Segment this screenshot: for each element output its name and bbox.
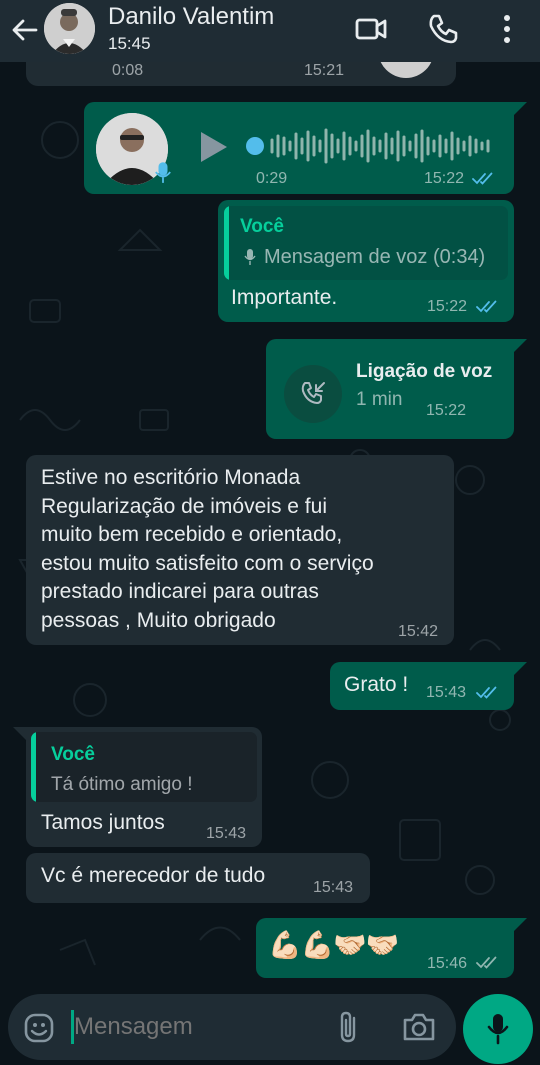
bubble-tail xyxy=(513,102,527,116)
back-arrow-icon[interactable] xyxy=(8,14,40,46)
review-line-6: pessoas , Muito obrigado xyxy=(41,609,276,632)
attach-icon[interactable] xyxy=(338,1010,362,1044)
contact-name[interactable]: Danilo Valentim xyxy=(108,3,274,31)
quote-author: Você xyxy=(51,744,96,765)
read-ticks-icon xyxy=(476,300,497,313)
call-title: Ligação de voz xyxy=(356,361,493,382)
read-ticks-icon xyxy=(472,172,493,185)
contact-avatar[interactable] xyxy=(44,3,95,54)
quoted-message[interactable]: Você Tá ótimo amigo ! xyxy=(31,732,257,802)
message-text: Tamos juntos xyxy=(41,811,165,834)
quote-author: Você xyxy=(240,216,285,237)
quote-text: Mensagem de voz (0:34) xyxy=(264,246,486,268)
quote-text: Tá ótimo amigo ! xyxy=(51,774,193,795)
quote-accent-bar xyxy=(224,206,229,280)
review-line-4: estou muito satisfeito com o serviço xyxy=(41,552,374,575)
message-time: 15:22 xyxy=(424,170,465,187)
incoming-reply-bubble[interactable]: Você Tá ótimo amigo ! Tamos juntos 15:43 xyxy=(26,727,262,847)
play-icon[interactable] xyxy=(199,130,229,164)
voice-message-bubble[interactable]: 0:29 15:22 xyxy=(84,102,514,194)
emoji-picker-icon[interactable] xyxy=(23,1012,55,1044)
message-time: 15:46 xyxy=(427,955,468,972)
message-time: 15:43 xyxy=(426,684,467,701)
quoted-message[interactable]: Você Mensagem de voz (0:34) xyxy=(224,206,508,280)
message-composer xyxy=(8,994,456,1060)
bubble-tail xyxy=(513,339,527,353)
message-input[interactable] xyxy=(74,1006,314,1048)
microphone-icon xyxy=(487,1014,509,1045)
camera-icon[interactable] xyxy=(402,1012,436,1042)
partial-left-label: 0:08 xyxy=(112,62,144,79)
partial-time: 15:21 xyxy=(304,62,345,79)
voice-call-bubble[interactable]: Ligação de voz 1 min 15:22 xyxy=(266,339,514,439)
quoted-reply-bubble[interactable]: Você Mensagem de voz (0:34) Importante. … xyxy=(218,200,514,322)
message-time: 15:42 xyxy=(398,623,439,640)
incoming-review-bubble[interactable]: Estive no escritório Monada Regularizaçã… xyxy=(26,455,454,645)
incoming-merecedor-bubble[interactable]: Vc é merecedor de tudo 15:43 xyxy=(26,853,370,903)
call-icon-circle xyxy=(284,365,342,423)
delivered-ticks-icon xyxy=(476,956,497,969)
incoming-call-icon xyxy=(301,382,325,404)
review-line-2: Regularização de imóveis e fui xyxy=(41,495,327,518)
bubble-tail xyxy=(513,662,527,676)
contact-status[interactable]: 15:45 xyxy=(108,34,151,54)
message-text: Grato ! xyxy=(344,673,409,696)
record-voice-button[interactable] xyxy=(463,994,533,1064)
message-text: Vc é merecedor de tudo xyxy=(41,864,266,887)
more-options-icon[interactable] xyxy=(490,12,524,46)
message-text: Importante. xyxy=(231,286,338,309)
mic-icon xyxy=(244,249,256,265)
voice-duration: 0:29 xyxy=(256,170,288,187)
call-duration: 1 min xyxy=(356,389,403,410)
quote-accent-bar xyxy=(31,732,36,802)
review-line-3: muito bem recebido e orientado, xyxy=(41,523,343,546)
voice-call-icon[interactable] xyxy=(426,12,460,46)
review-line-5: prestado indicarei para outras xyxy=(41,580,319,603)
video-call-icon[interactable] xyxy=(354,12,388,46)
avatar-photo-icon xyxy=(44,3,95,54)
mic-badge-icon xyxy=(155,162,171,183)
read-ticks-icon xyxy=(476,686,497,699)
waveform[interactable] xyxy=(244,126,496,166)
message-time: 15:43 xyxy=(206,825,247,842)
review-line-1: Estive no escritório Monada xyxy=(41,466,301,489)
bubble-tail xyxy=(513,918,527,932)
message-time: 15:43 xyxy=(313,879,354,896)
message-time: 15:22 xyxy=(427,298,468,315)
message-time: 15:22 xyxy=(426,402,467,419)
grato-bubble[interactable]: Grato ! 15:43 xyxy=(330,662,514,710)
emoji-bubble[interactable]: 💪🏻💪🏻🤝🏻🤝🏻 15:46 xyxy=(256,918,514,978)
chat-header: Danilo Valentim 15:45 xyxy=(0,0,540,62)
bubble-tail xyxy=(13,727,27,741)
emoji-text: 💪🏻💪🏻🤝🏻🤝🏻 xyxy=(268,930,399,961)
